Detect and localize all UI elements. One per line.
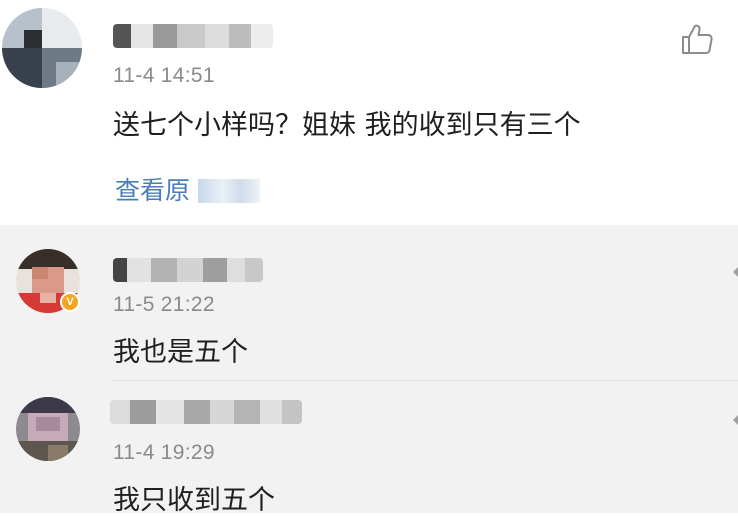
reply-time: 11-4 19:29 bbox=[113, 441, 215, 464]
verified-badge-icon: V bbox=[60, 292, 80, 312]
comment-time: 11-4 14:51 bbox=[113, 64, 215, 87]
reply-time: 11-5 21:22 bbox=[113, 293, 215, 316]
reply-list: 11-5 21:22 我也是五个 11-4 19:29 我只收到五个 bbox=[0, 225, 738, 516]
reply-text: 我只收到五个 bbox=[113, 485, 275, 516]
avatar[interactable] bbox=[16, 397, 80, 461]
avatar[interactable] bbox=[2, 8, 82, 88]
more-icon[interactable] bbox=[733, 267, 738, 277]
more-icon[interactable] bbox=[733, 415, 738, 425]
username-blurred[interactable] bbox=[113, 258, 263, 282]
main-comment: 11-4 14:51 送七个小样吗？姐妹 我的收到只有三个 查看原 bbox=[0, 0, 738, 225]
blurred-link-text bbox=[197, 179, 260, 203]
reply-text: 我也是五个 bbox=[113, 337, 248, 368]
view-original-link[interactable]: 查看原 bbox=[115, 171, 260, 207]
username-blurred[interactable] bbox=[110, 400, 302, 424]
divider bbox=[112, 380, 738, 381]
thumbs-up-icon[interactable] bbox=[680, 22, 714, 56]
username-blurred[interactable] bbox=[113, 24, 273, 48]
comment-text: 送七个小样吗？姐妹 我的收到只有三个 bbox=[113, 110, 581, 141]
